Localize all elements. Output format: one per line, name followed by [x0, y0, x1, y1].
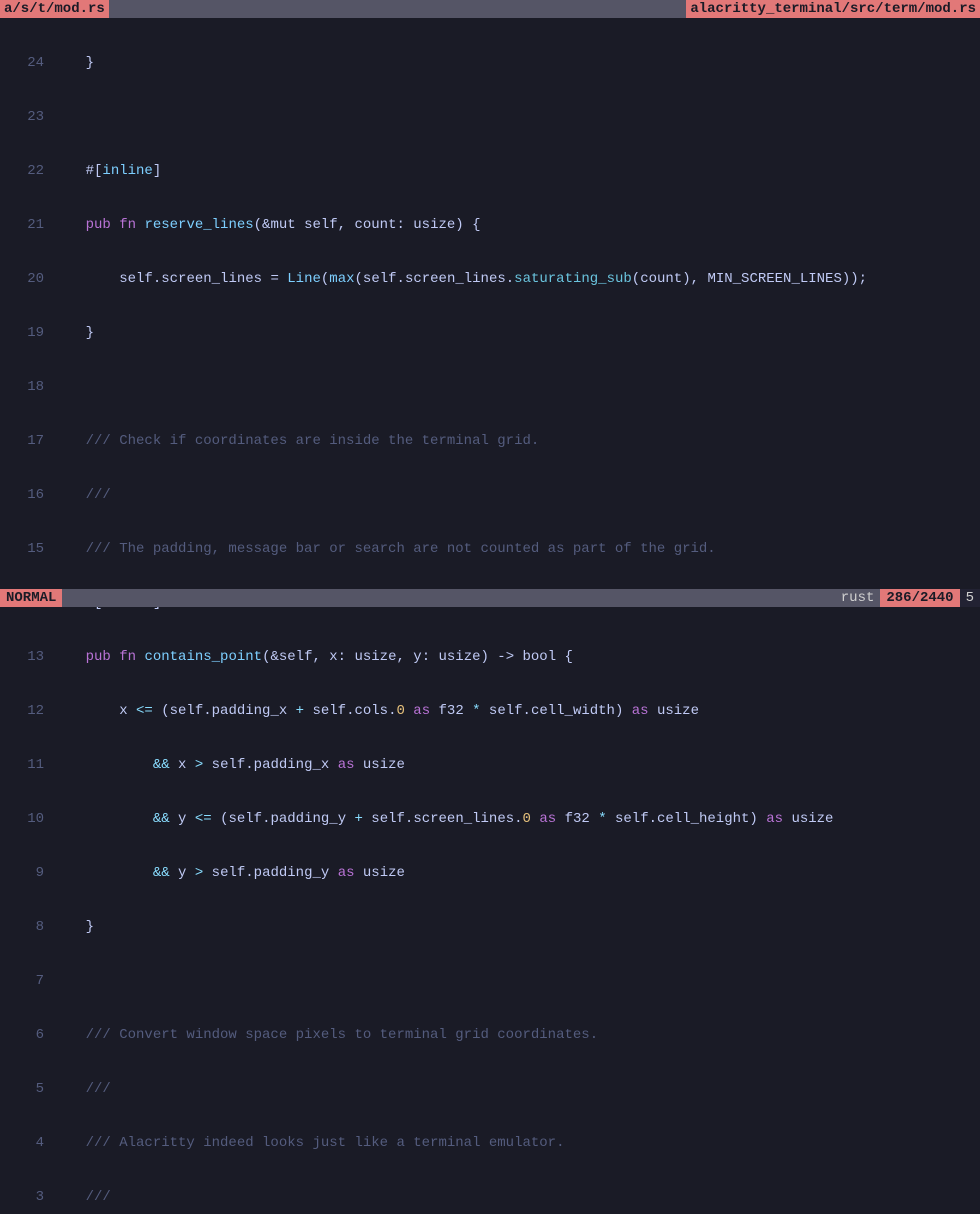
code-line[interactable]: }: [52, 324, 980, 342]
code-line[interactable]: pub fn reserve_lines(&mut self, count: u…: [52, 216, 980, 234]
path-full: alacritty_terminal/src/term/mod.rs: [686, 0, 980, 18]
line-number: 7: [0, 972, 52, 990]
code-line[interactable]: && x > self.padding_x as usize: [52, 756, 980, 774]
topbar: a/s/t/mod.rs alacritty_terminal/src/term…: [0, 0, 980, 18]
status-spacer: [62, 589, 834, 607]
line-number: 8: [0, 918, 52, 936]
line-number: 24: [0, 54, 52, 72]
code-line[interactable]: self.screen_lines = Line(max(self.screen…: [52, 270, 980, 288]
code-line[interactable]: /// Alacritty indeed looks just like a t…: [52, 1134, 980, 1152]
code-line[interactable]: /// The padding, message bar or search a…: [52, 540, 980, 558]
position-indicator: 286/2440: [880, 589, 959, 607]
code-line[interactable]: }: [52, 918, 980, 936]
code-line[interactable]: [52, 972, 980, 990]
line-number: 12: [0, 702, 52, 720]
code-line[interactable]: /// Convert window space pixels to termi…: [52, 1026, 980, 1044]
column-indicator: 5: [960, 589, 980, 607]
line-number: 17: [0, 432, 52, 450]
line-number: 10: [0, 810, 52, 828]
code-line[interactable]: ///: [52, 1080, 980, 1098]
line-number: 23: [0, 108, 52, 126]
code-line[interactable]: && y <= (self.padding_y + self.screen_li…: [52, 810, 980, 828]
mode-indicator: NORMAL: [0, 589, 62, 607]
code-line[interactable]: x <= (self.padding_x + self.cols.0 as f3…: [52, 702, 980, 720]
line-number: 11: [0, 756, 52, 774]
code-line[interactable]: #[inline]: [52, 162, 980, 180]
line-number: 16: [0, 486, 52, 504]
code-line[interactable]: [52, 108, 980, 126]
line-number: 4: [0, 1134, 52, 1152]
line-number: 9: [0, 864, 52, 882]
line-number: 20: [0, 270, 52, 288]
code-line[interactable]: }: [52, 54, 980, 72]
code-line[interactable]: ///: [52, 1188, 980, 1206]
line-number: 19: [0, 324, 52, 342]
line-number: 6: [0, 1026, 52, 1044]
line-number: 22: [0, 162, 52, 180]
line-number: 18: [0, 378, 52, 396]
code-line[interactable]: && y > self.padding_y as usize: [52, 864, 980, 882]
code-line[interactable]: /// Check if coordinates are inside the …: [52, 432, 980, 450]
line-number: 3: [0, 1188, 52, 1206]
path-short: a/s/t/mod.rs: [0, 0, 109, 18]
filetype-indicator: rust: [835, 589, 881, 607]
line-number: 13: [0, 648, 52, 666]
line-number: 21: [0, 216, 52, 234]
line-number: 15: [0, 540, 52, 558]
code-line[interactable]: pub fn contains_point(&self, x: usize, y…: [52, 648, 980, 666]
code-line[interactable]: ///: [52, 486, 980, 504]
line-number: 5: [0, 1080, 52, 1098]
statusbar: NORMAL rust 286/2440 5: [0, 589, 980, 607]
code-line[interactable]: [52, 378, 980, 396]
editor[interactable]: 24 } 23 22 #[inline] 21 pub fn reserve_l…: [0, 18, 980, 1214]
